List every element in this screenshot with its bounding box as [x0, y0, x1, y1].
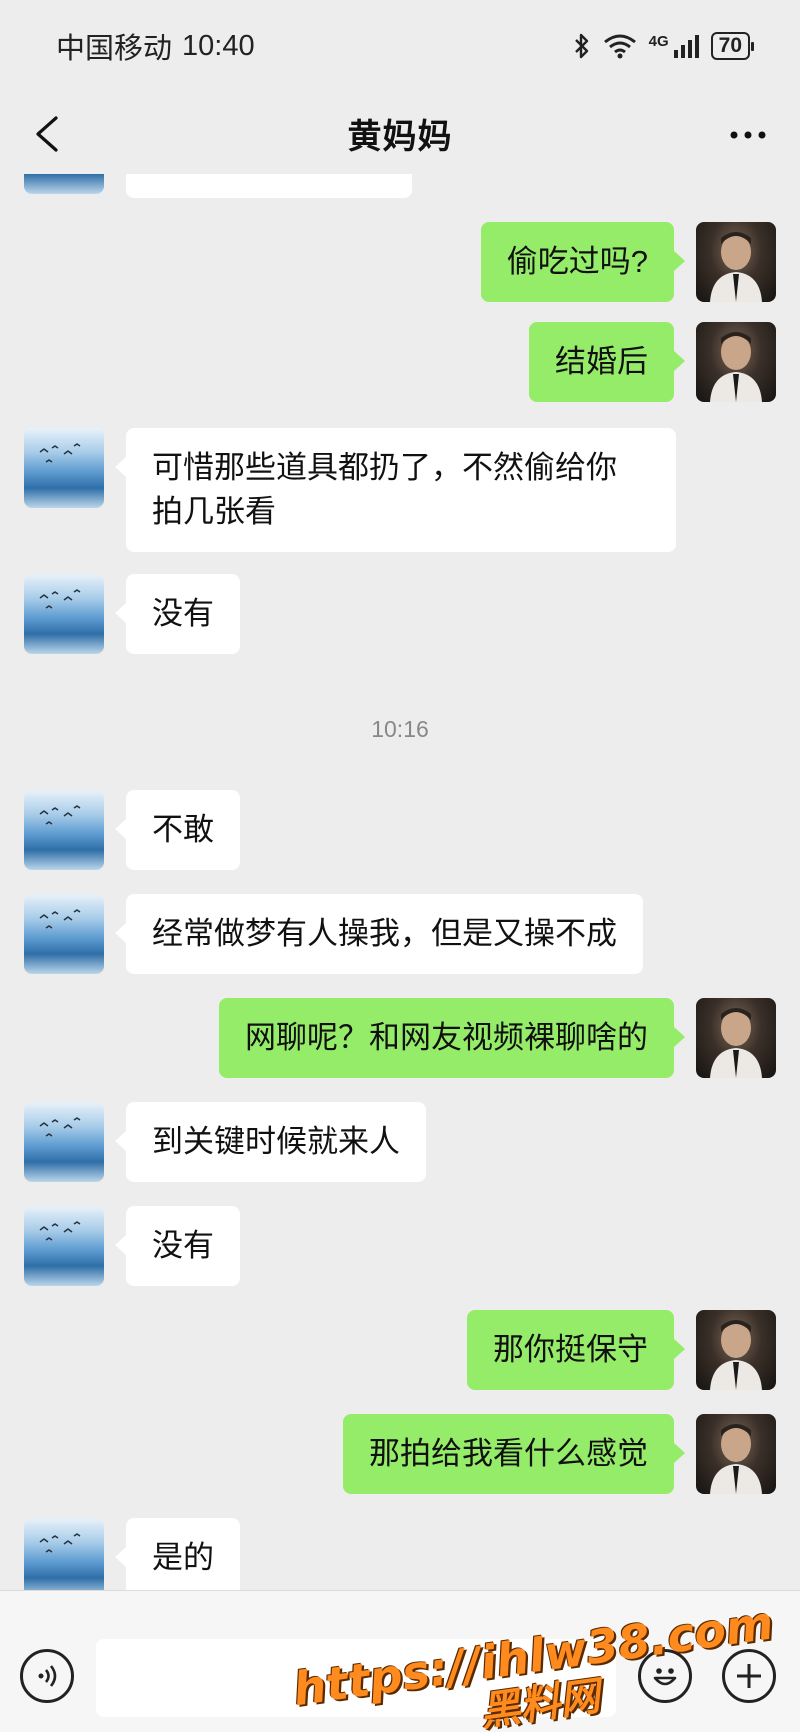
status-right: 4G 70	[573, 32, 755, 60]
birds-icon	[39, 1117, 81, 1137]
message-bubble-sent[interactable]: 偷吃过吗?	[480, 222, 686, 302]
portrait-icon	[710, 1008, 762, 1078]
message-bubble-partial[interactable]	[126, 174, 412, 198]
message-bubble-received[interactable]: 不敢	[115, 790, 240, 870]
status-bar: 中国移动 10:40 4G 70	[0, 0, 800, 92]
birds-icon	[39, 1221, 81, 1241]
message-bubble-received[interactable]: 没有	[115, 574, 240, 654]
signal-icon	[673, 35, 699, 58]
clock: 10:40	[182, 29, 255, 62]
message-bubble-received[interactable]: 没有	[115, 1206, 240, 1286]
contact-avatar[interactable]	[24, 174, 104, 194]
message-timestamp: 10:16	[371, 716, 429, 742]
contact-avatar[interactable]	[24, 574, 104, 654]
contact-avatar[interactable]	[24, 894, 104, 974]
portrait-icon	[710, 332, 762, 402]
wifi-icon	[603, 34, 636, 59]
contact-avatar[interactable]	[24, 1518, 104, 1590]
network-type: 4G	[648, 32, 669, 50]
my-avatar[interactable]	[696, 1310, 776, 1390]
message-bubble-sent[interactable]: 那拍给我看什么感觉	[343, 1414, 685, 1494]
voice-button[interactable]	[20, 1649, 74, 1703]
voice-icon	[38, 1665, 57, 1687]
birds-icon	[39, 909, 81, 929]
birds-icon	[39, 1533, 81, 1553]
status-left: 中国移动 10:40	[56, 25, 255, 67]
contact-avatar[interactable]	[24, 1102, 104, 1182]
more-options-icon[interactable]	[728, 120, 768, 150]
my-avatar[interactable]	[696, 222, 776, 302]
portrait-icon	[710, 1320, 762, 1390]
portrait-icon	[710, 232, 762, 302]
message-bubble-received[interactable]: 可惜那些道具都扔了，不然偷给你 拍几张看	[115, 428, 676, 552]
my-avatar[interactable]	[696, 322, 776, 402]
message-bubble-sent[interactable]: 那你挺保守	[467, 1310, 685, 1390]
message-bubble-received[interactable]: 到关键时候就来人	[115, 1102, 426, 1182]
message-list[interactable]: 偷吃过吗? 结婚后 可惜那些道具都扔了，不然偷给你 拍几张看 没有 10:16 …	[0, 174, 800, 1590]
bluetooth-icon	[574, 33, 588, 59]
contact-avatar[interactable]	[24, 428, 104, 508]
message-bubble-sent[interactable]: 网聊呢？和网友视频裸聊啥的	[219, 998, 685, 1078]
contact-avatar[interactable]	[24, 790, 104, 870]
contact-avatar[interactable]	[24, 1206, 104, 1286]
battery-indicator: 70	[710, 32, 755, 60]
chat-title: 黄妈妈	[347, 117, 453, 156]
birds-icon	[39, 805, 81, 825]
birds-icon	[39, 443, 81, 463]
message-bubble-sent[interactable]: 结婚后	[529, 322, 685, 402]
portrait-icon	[710, 1424, 762, 1494]
message-bubble-received[interactable]: 是的	[115, 1518, 240, 1590]
carrier-label: 中国移动	[56, 33, 173, 65]
my-avatar[interactable]	[696, 1414, 776, 1494]
message-bubble-received[interactable]: 经常做梦有人操我，但是又操不成	[115, 894, 643, 974]
chat-header: 黄妈妈	[0, 92, 800, 174]
back-arrow-icon[interactable]	[28, 112, 68, 156]
my-avatar[interactable]	[696, 998, 776, 1078]
birds-icon	[39, 589, 81, 609]
